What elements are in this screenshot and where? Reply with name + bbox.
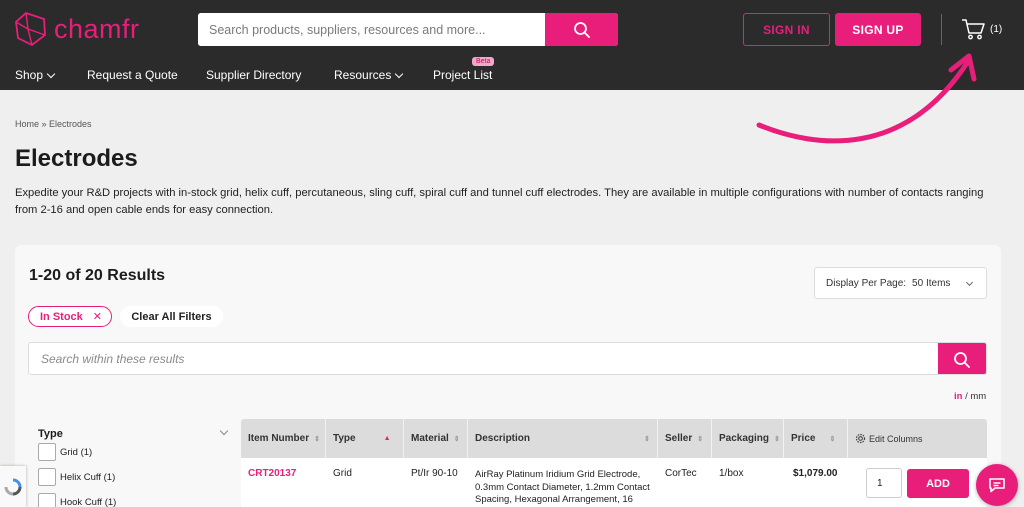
col-label: Description (475, 433, 531, 444)
clear-all-filters-button[interactable]: Clear All Filters (120, 306, 223, 327)
site-search-button[interactable] (545, 13, 618, 46)
sort-icon: ⇕ (829, 435, 836, 443)
results-card: 1-20 of 20 Results Display Per Page: 50 … (15, 245, 1001, 507)
chevron-down-icon (395, 69, 404, 78)
unit-mm[interactable]: mm (970, 391, 986, 402)
results-search-button[interactable] (938, 343, 986, 374)
page-description: Expedite your R&D projects with in-stock… (15, 187, 984, 216)
quantity-input[interactable]: 1 (866, 468, 902, 498)
col-seller[interactable]: Seller ⇕ (658, 419, 712, 458)
table-header: Item Number ⇕ Type ▲ Material ⇕ Description… (241, 419, 987, 458)
nav-resources[interactable]: Resources (334, 68, 404, 82)
gear-icon (855, 433, 866, 444)
chevron-down-icon (46, 69, 56, 78)
col-description[interactable]: Description ⇕ (468, 419, 658, 458)
chamfr-logo-icon (15, 11, 46, 47)
col-label: Material (411, 433, 449, 444)
col-label: Type (333, 433, 356, 444)
col-label: Price (791, 433, 816, 444)
nav-resources-label: Resources (334, 68, 392, 82)
edit-columns-label: Edit Columns (869, 433, 923, 444)
chevron-down-icon (965, 278, 974, 287)
sort-icon: ⇕ (697, 435, 704, 443)
logo-text: chamfr (54, 13, 140, 44)
beta-badge: Beta (472, 57, 495, 66)
edit-columns-button[interactable]: Edit Columns (848, 419, 987, 458)
col-label: Packaging (719, 433, 770, 444)
chevron-down-icon[interactable] (219, 426, 229, 436)
cell-seller: CorTec (665, 468, 697, 479)
breadcrumb[interactable]: Home » Electrodes (15, 119, 92, 129)
chat-button[interactable] (976, 464, 1018, 506)
checkbox[interactable] (38, 443, 56, 461)
main-nav: Shop Request a Quote Supplier Directory … (0, 59, 1024, 90)
sort-icon: ⇕ (314, 435, 320, 443)
nav-project-list[interactable]: Project List (433, 68, 492, 82)
nav-project-list-label: Project List (433, 68, 493, 82)
nav-request-quote-label: Request a Quote (87, 68, 178, 82)
type-filter-title[interactable]: Type (38, 428, 63, 440)
recaptcha-icon (4, 478, 22, 495)
cart-button[interactable]: (1) (960, 16, 1002, 42)
sort-icon: ⇕ (644, 435, 650, 443)
site-search (198, 13, 618, 46)
filter-chip-label: In Stock (40, 310, 83, 323)
nav-supplier-directory-label: Supplier Directory (206, 68, 302, 82)
sort-icon: ⇕ (774, 435, 780, 443)
filter-chip-in-stock[interactable]: In Stock ✕ (28, 306, 112, 327)
results-search (28, 342, 987, 375)
filter-option-label: Grid (1) (60, 446, 93, 458)
cell-description: AirRay Platinum Iridium Grid Electrode, … (475, 469, 650, 507)
per-page-select[interactable]: Display Per Page: 50 Items (814, 267, 987, 299)
cart-icon (962, 19, 985, 40)
col-type[interactable]: Type ▲ (326, 419, 404, 458)
unit-toggle[interactable]: in / mm (954, 391, 986, 402)
nav-shop-label: Shop (15, 68, 44, 82)
header-bar: chamfr SIGN IN SIGN UP (1) Shop Request … (0, 0, 1024, 90)
sign-in-button[interactable]: SIGN IN (743, 13, 830, 46)
checkbox[interactable] (38, 468, 56, 486)
nav-shop[interactable]: Shop (15, 68, 56, 82)
table-row: CRT20137 Grid Pt/Ir 90-10 AirRay Platinu… (241, 458, 987, 507)
chat-icon (989, 478, 1005, 493)
close-icon[interactable]: ✕ (93, 310, 102, 323)
cell-material: Pt/Ir 90-10 (411, 468, 458, 479)
search-icon (573, 21, 590, 38)
checkbox[interactable] (38, 493, 56, 507)
search-icon (954, 351, 970, 368)
cell-packaging: 1/box (719, 468, 744, 479)
page-title: Electrodes (15, 145, 138, 172)
item-number-link[interactable]: CRT20137 (248, 468, 296, 479)
col-material[interactable]: Material ⇕ (404, 419, 468, 458)
col-price[interactable]: Price ⇕ (784, 419, 848, 458)
site-search-input[interactable] (198, 13, 544, 46)
col-label: Seller (665, 433, 693, 444)
header-divider (941, 14, 942, 45)
cell-price: $1,079.00 (793, 468, 838, 479)
add-to-cart-button[interactable]: ADD (907, 469, 969, 498)
logo[interactable]: chamfr (14, 11, 140, 47)
nav-request-quote[interactable]: Request a Quote (87, 68, 178, 82)
recaptcha-badge[interactable] (0, 466, 26, 507)
results-search-input[interactable] (29, 343, 919, 374)
cell-type: Grid (333, 468, 352, 479)
type-filter-helix-cuff[interactable]: Helix Cuff (1) (38, 468, 115, 486)
sort-icon: ⇕ (453, 435, 460, 443)
results-summary: 1-20 of 20 Results (29, 267, 166, 284)
sort-up-icon: ▲ (383, 435, 391, 442)
type-filter-grid[interactable]: Grid (1) (38, 443, 92, 461)
filter-option-label: Helix Cuff (1) (60, 471, 116, 483)
col-label: Item Number (248, 433, 310, 444)
type-filter-hook-cuff[interactable]: Hook Cuff (1) (38, 493, 116, 507)
sign-up-button[interactable]: SIGN UP (835, 13, 921, 46)
filter-option-label: Hook Cuff (1) (60, 496, 117, 507)
per-page-value: 50 Items (912, 277, 951, 289)
col-packaging[interactable]: Packaging ⇕ (712, 419, 784, 458)
per-page-label: Display Per Page: (826, 277, 907, 289)
col-item-number[interactable]: Item Number ⇕ (241, 419, 326, 458)
cart-count: (1) (990, 23, 1003, 35)
nav-supplier-directory[interactable]: Supplier Directory (206, 68, 301, 82)
